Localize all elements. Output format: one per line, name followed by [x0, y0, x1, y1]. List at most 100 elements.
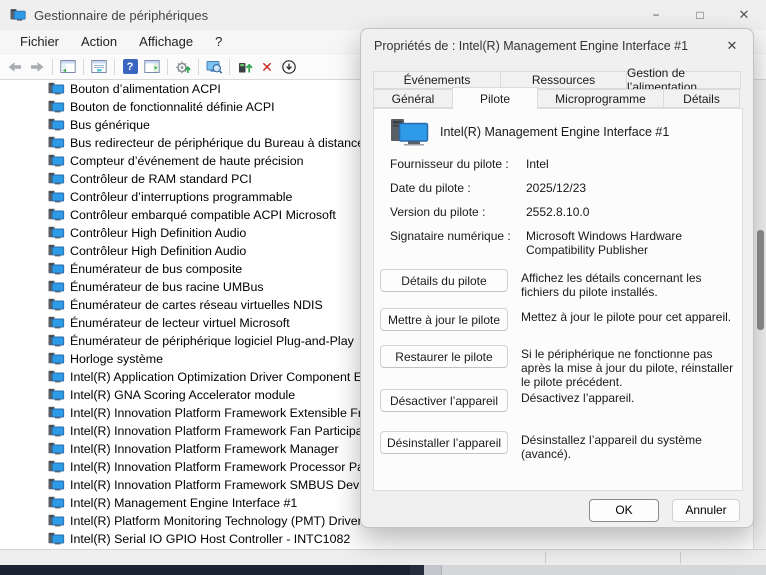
field-value: 2025/12/23 [526, 181, 730, 195]
action-description: Désinstallez l’appareil du système (avan… [521, 431, 735, 461]
action-pane-icon[interactable] [141, 57, 163, 77]
device-manager-icon [10, 8, 26, 23]
action-description: Mettez à jour le pilote pour cet apparei… [521, 308, 735, 324]
ok-button[interactable]: OK [589, 499, 659, 522]
device-name: Intel(R) Management Engine Interface #1 [440, 125, 669, 139]
statusbar-separator [545, 552, 546, 564]
system-device-icon [48, 100, 65, 114]
toolbar-separator [83, 59, 84, 75]
taskbar-segment [424, 565, 442, 575]
system-device-icon [48, 226, 65, 240]
system-device-icon [48, 352, 65, 366]
system-device-icon [48, 496, 65, 510]
field-label: Fournisseur du pilote : [390, 157, 526, 171]
device-icon [390, 117, 430, 147]
uninstall-device-icon[interactable]: ✕ [256, 57, 278, 77]
field-row: Signataire numérique : Microsoft Windows… [390, 229, 730, 257]
field-value: Microsoft Windows Hardware Compatibility… [526, 229, 730, 257]
dialog-tab[interactable]: Général [373, 89, 453, 108]
driver-actions: Détails du pilote Affichez les détails c… [380, 269, 738, 461]
statusbar-separator [680, 552, 681, 564]
menu-item[interactable]: Fichier [9, 30, 70, 54]
system-device-icon [48, 280, 65, 294]
field-label: Date du pilote : [390, 181, 526, 195]
toolbar-separator [167, 59, 168, 75]
system-device-icon [48, 316, 65, 330]
field-row: Version du pilote : 2552.8.10.0 [390, 205, 730, 219]
bottom-strip [0, 565, 766, 575]
tree-vertical-scrollbar[interactable] [753, 80, 766, 549]
system-device-icon [48, 208, 65, 222]
toolbar-separator [229, 59, 230, 75]
dialog-titlebar: Propriétés de : Intel(R) Management Engi… [361, 29, 753, 63]
forward-icon[interactable] [26, 57, 48, 77]
tab-row-secondary: Événements Ressources Gestion de l’alime… [373, 71, 741, 89]
system-device-icon [48, 460, 65, 474]
taskbar-segment [410, 565, 424, 575]
dialog-tab[interactable]: Microprogramme [537, 89, 664, 108]
maximize-button[interactable]: □ [678, 0, 722, 30]
taskbar-segment [0, 565, 410, 575]
action-description: Affichez les détails concernant les fich… [521, 269, 735, 299]
action-row: Désactiver l’appareil Désactivez l’appar… [380, 389, 738, 412]
field-row: Date du pilote : 2025/12/23 [390, 181, 730, 195]
driver-action-button[interactable]: Mettre à jour le pilote [380, 308, 508, 331]
taskbar-segment [442, 565, 766, 575]
driver-action-button[interactable]: Restaurer le pilote [380, 345, 508, 368]
system-device-icon [48, 532, 65, 546]
field-value: Intel [526, 157, 730, 171]
action-row: Mettre à jour le pilote Mettez à jour le… [380, 308, 738, 331]
system-device-icon [48, 424, 65, 438]
system-device-icon [48, 406, 65, 420]
action-row: Restaurer le pilote Si le périphérique n… [380, 345, 738, 389]
close-button[interactable]: ✕ [722, 0, 766, 30]
driver-action-button[interactable]: Désactiver l’appareil [380, 389, 508, 412]
window-controls: − □ ✕ [634, 0, 766, 30]
system-device-icon [48, 370, 65, 384]
menu-item[interactable]: ? [204, 30, 233, 54]
system-device-icon [48, 478, 65, 492]
scrollbar-thumb[interactable] [757, 230, 764, 330]
dialog-tab[interactable]: Détails [663, 89, 740, 108]
dialog-tab[interactable]: Pilote [452, 87, 538, 109]
system-device-icon [48, 298, 65, 312]
properties-icon[interactable] [88, 57, 110, 77]
statusbar [0, 549, 766, 565]
dialog-title: Propriétés de : Intel(R) Management Engi… [361, 39, 688, 53]
dialog-tab[interactable]: Gestion de l’alimentation [626, 71, 741, 89]
back-icon[interactable] [4, 57, 26, 77]
system-device-icon [48, 190, 65, 204]
window-title: Gestionnaire de périphériques [34, 8, 208, 23]
system-device-icon [48, 334, 65, 348]
tab-row-primary: Général Pilote Microprogramme Détails [373, 89, 740, 108]
scan-hardware-changes-icon[interactable] [172, 57, 194, 77]
action-description: Désactivez l’appareil. [521, 389, 735, 405]
toolbar-separator [198, 59, 199, 75]
system-device-icon [48, 172, 65, 186]
system-device-icon [48, 262, 65, 276]
help-icon[interactable]: ? [119, 57, 141, 77]
tree-item[interactable]: Intel(R) Serial IO GPIO Host Controller … [0, 530, 753, 548]
field-label: Version du pilote : [390, 205, 526, 219]
action-row: Désinstaller l’appareil Désinstallez l’a… [380, 431, 738, 461]
system-device-icon [48, 388, 65, 402]
field-row: Fournisseur du pilote : Intel [390, 157, 730, 171]
field-label: Signataire numérique : [390, 229, 526, 257]
system-device-icon [48, 514, 65, 528]
driver-tab-panel: Intel(R) Management Engine Interface #1 … [373, 108, 743, 491]
dialog-footer: OK Annuler [361, 491, 753, 529]
menu-item[interactable]: Action [70, 30, 128, 54]
cancel-button[interactable]: Annuler [672, 499, 740, 522]
driver-action-button[interactable]: Détails du pilote [380, 269, 508, 292]
remote-computer-icon[interactable] [203, 57, 225, 77]
dialog-close-button[interactable]: ✕ [711, 29, 753, 63]
screen: Gestionnaire de périphériques − □ ✕ Fich… [0, 0, 766, 575]
device-header: Intel(R) Management Engine Interface #1 [390, 117, 669, 147]
minimize-button[interactable]: − [634, 0, 678, 30]
disable-device-icon[interactable] [278, 57, 300, 77]
menu-item[interactable]: Affichage [128, 30, 204, 54]
show-console-tree-icon[interactable] [57, 57, 79, 77]
system-device-icon [48, 118, 65, 132]
update-driver-icon[interactable] [234, 57, 256, 77]
driver-action-button[interactable]: Désinstaller l’appareil [380, 431, 508, 454]
